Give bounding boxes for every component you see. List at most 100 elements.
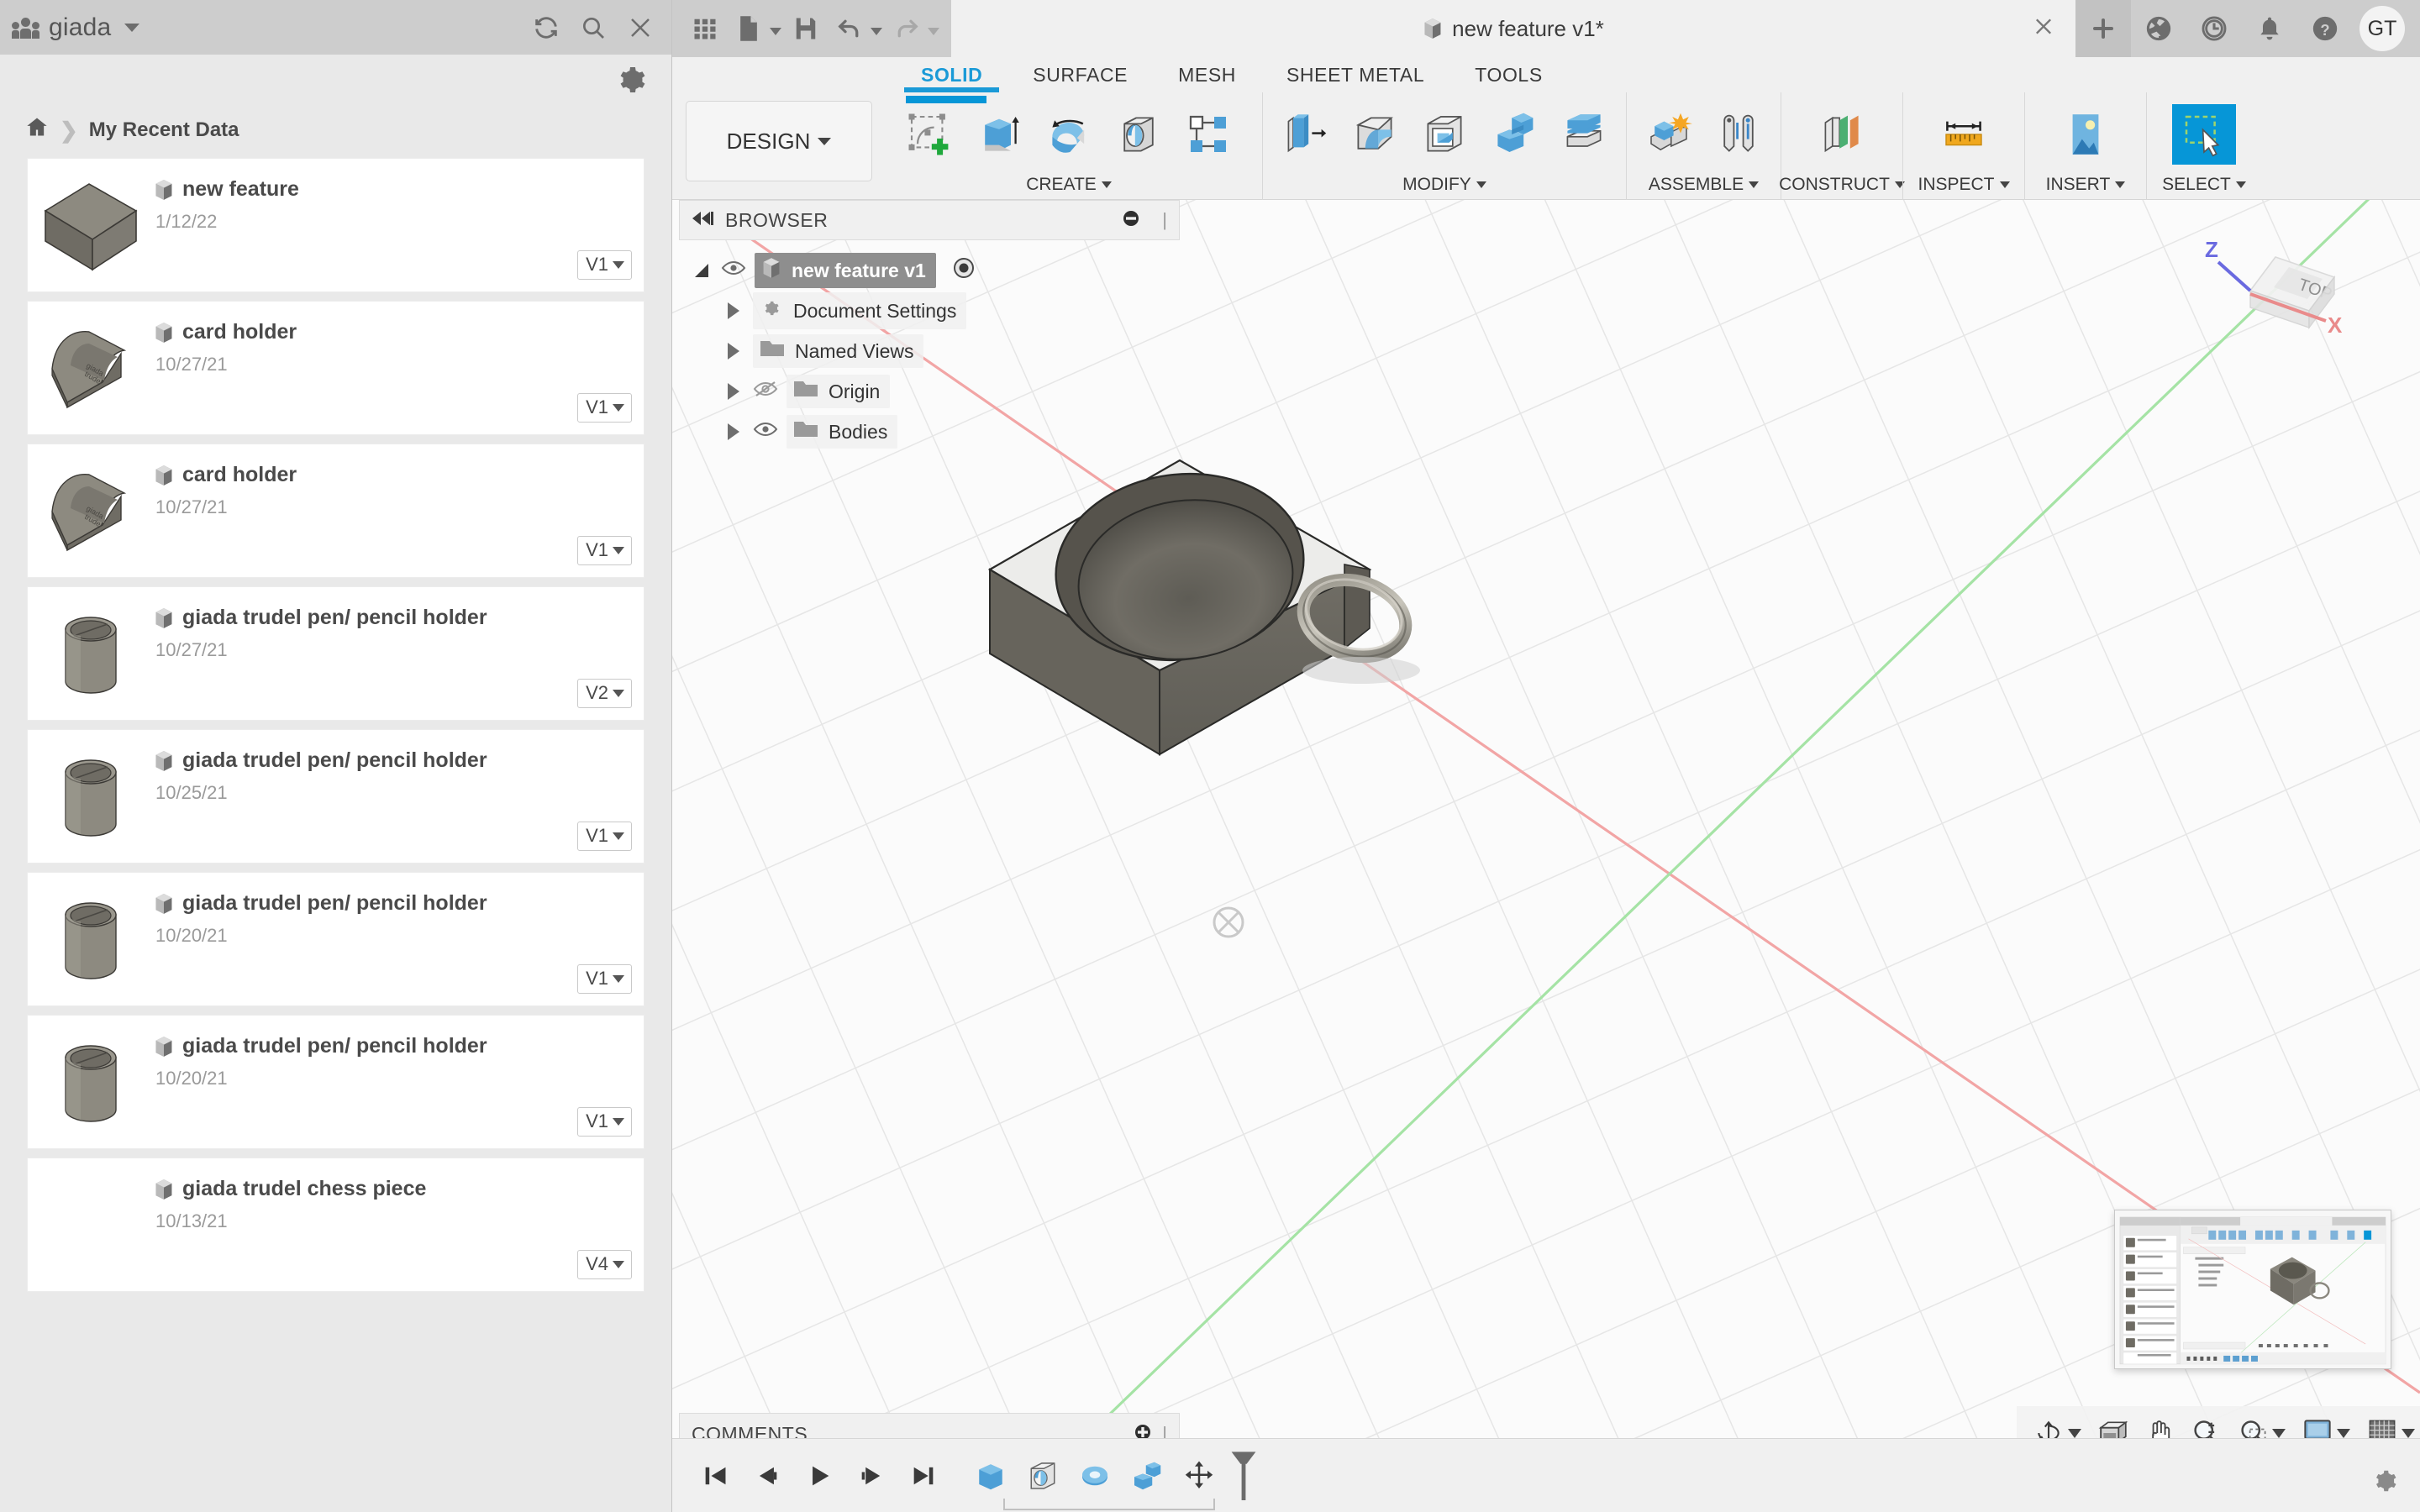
browser-node[interactable]: Bodies: [691, 412, 1180, 452]
document-tab[interactable]: new feature v1*: [951, 0, 2075, 57]
version-dropdown[interactable]: V1: [577, 393, 632, 423]
twisty[interactable]: [723, 302, 744, 319]
data-panel-item[interactable]: giada trudel pen/ pencil holder 10/20/21…: [27, 872, 644, 1006]
extension-icon[interactable]: [2131, 0, 2186, 57]
undo-icon[interactable]: [830, 9, 869, 48]
combine-icon[interactable]: [1482, 104, 1546, 165]
hub-name[interactable]: giada: [49, 13, 111, 42]
expand-triangle-icon[interactable]: [728, 302, 739, 319]
offset-face-icon[interactable]: [1552, 104, 1616, 165]
press-pull-icon[interactable]: [1273, 104, 1337, 165]
combine-feature-icon[interactable]: [1121, 1450, 1173, 1502]
data-panel-item[interactable]: giada trudel card holder 10/27/21 V1: [27, 301, 644, 435]
browser-node[interactable]: Origin: [691, 371, 1180, 412]
breadcrumb-current[interactable]: My Recent Data: [89, 118, 239, 142]
hole-icon[interactable]: [1107, 104, 1171, 165]
browser-node[interactable]: Document Settings: [691, 291, 1180, 331]
version-dropdown[interactable]: V1: [577, 964, 632, 994]
search-icon[interactable]: [574, 8, 613, 47]
insert-image-icon[interactable]: [2054, 104, 2118, 165]
data-panel-item[interactable]: giada trudel card holder 10/27/21 V1: [27, 444, 644, 578]
data-panel-item[interactable]: giada trudel pen/ pencil holder 10/20/21…: [27, 1015, 644, 1149]
grid-icon[interactable]: [686, 9, 724, 48]
ribbon-group-label-inspect[interactable]: INSPECT: [1903, 175, 2024, 195]
redo-icon[interactable]: [887, 9, 926, 48]
ribbon-group-label-create[interactable]: CREATE: [887, 175, 1250, 195]
ribbon-group-label-modify[interactable]: MODIFY: [1263, 175, 1626, 195]
expand-triangle-icon[interactable]: [728, 343, 739, 360]
version-dropdown[interactable]: V1: [577, 536, 632, 565]
offset-plane-icon[interactable]: [1810, 104, 1874, 165]
new-file-icon[interactable]: [729, 9, 768, 48]
ribbon-group-label-assemble[interactable]: ASSEMBLE: [1627, 175, 1781, 195]
move-feature-icon[interactable]: [1173, 1450, 1225, 1502]
undo-chevron-icon[interactable]: [871, 27, 882, 35]
settings-icon[interactable]: [2370, 1466, 2400, 1500]
expand-triangle-icon[interactable]: [728, 423, 739, 440]
twisty[interactable]: [691, 264, 713, 277]
version-dropdown[interactable]: V1: [577, 250, 632, 280]
twisty[interactable]: [723, 383, 744, 400]
play-icon[interactable]: [793, 1450, 845, 1502]
visibility-icon[interactable]: [753, 380, 778, 403]
panel-resize-handle[interactable]: |: [1162, 209, 1167, 231]
activate-component-radio[interactable]: [951, 255, 976, 286]
timeline-marker-icon[interactable]: [1228, 1450, 1259, 1500]
pattern-icon[interactable]: [1176, 104, 1240, 165]
3d-viewport[interactable]: TOP Z X BROWSER | new feature v1 Documen…: [672, 200, 2420, 1512]
visibility-icon[interactable]: [721, 259, 746, 282]
data-panel-item[interactable]: new feature 1/12/22 V1: [27, 158, 644, 292]
browser-node-chip[interactable]: new feature v1: [755, 253, 936, 288]
close-icon[interactable]: [621, 8, 660, 47]
close-icon[interactable]: [2032, 15, 2055, 43]
collapse-left-icon[interactable]: [692, 211, 713, 230]
home-icon[interactable]: [25, 115, 49, 144]
go-to-end-icon[interactable]: [897, 1450, 950, 1502]
version-dropdown[interactable]: V1: [577, 1107, 632, 1137]
save-icon[interactable]: [786, 9, 825, 48]
preview-thumbnail[interactable]: [2114, 1210, 2391, 1369]
version-dropdown[interactable]: V1: [577, 822, 632, 851]
browser-node-chip[interactable]: Named Views: [753, 334, 924, 368]
viewcube[interactable]: TOP Z X: [2200, 218, 2402, 386]
avatar[interactable]: GT: [2360, 6, 2405, 51]
browser-node-chip[interactable]: Document Settings: [753, 292, 967, 329]
expand-triangle-icon[interactable]: [728, 383, 739, 400]
ribbon-tab-sheet-metal[interactable]: SHEET METAL: [1261, 64, 1449, 92]
version-dropdown[interactable]: V2: [577, 679, 632, 708]
ribbon-group-label-insert[interactable]: INSERT: [2025, 175, 2146, 195]
measure-icon[interactable]: [1932, 104, 1996, 165]
version-dropdown[interactable]: V4: [577, 1250, 632, 1279]
twisty[interactable]: [723, 423, 744, 440]
new-file-chevron-icon[interactable]: [770, 27, 781, 35]
step-forward-icon[interactable]: [845, 1450, 897, 1502]
browser-node-chip[interactable]: Origin: [786, 375, 891, 408]
shell-icon[interactable]: [1413, 104, 1476, 165]
hole-feature-icon[interactable]: [1017, 1450, 1069, 1502]
revolve-feature-icon[interactable]: [1069, 1450, 1121, 1502]
create-sketch-icon[interactable]: [897, 104, 961, 165]
select-window-icon[interactable]: [2172, 104, 2236, 165]
browser-node-chip[interactable]: Bodies: [786, 415, 898, 449]
recent-clock-icon[interactable]: [2186, 0, 2242, 57]
redo-chevron-icon[interactable]: [928, 27, 939, 35]
extrude-icon[interactable]: [967, 104, 1031, 165]
ribbon-tab-mesh[interactable]: MESH: [1153, 64, 1261, 92]
minimize-icon[interactable]: [1122, 209, 1140, 232]
ribbon-tab-surface[interactable]: SURFACE: [1007, 64, 1153, 92]
visibility-icon[interactable]: [753, 420, 778, 444]
extrude-feature-icon[interactable]: [965, 1450, 1017, 1502]
data-panel-item[interactable]: giada trudel chess piece 10/13/21 V4: [27, 1158, 644, 1292]
data-panel-item[interactable]: giada trudel pen/ pencil holder 10/27/21…: [27, 586, 644, 721]
fillet-icon[interactable]: [1343, 104, 1407, 165]
help-icon[interactable]: ?: [2297, 0, 2353, 57]
expand-triangle-icon[interactable]: [695, 264, 708, 277]
new-component-icon[interactable]: [1637, 104, 1701, 165]
workspace-selector[interactable]: DESIGN: [686, 101, 872, 181]
data-panel-item[interactable]: giada trudel pen/ pencil holder 10/25/21…: [27, 729, 644, 864]
refresh-icon[interactable]: [527, 8, 566, 47]
browser-node[interactable]: Named Views: [691, 331, 1180, 371]
notification-bell-icon[interactable]: [2242, 0, 2297, 57]
chevron-down-icon[interactable]: [124, 23, 140, 32]
go-to-beginning-icon[interactable]: [689, 1450, 741, 1502]
